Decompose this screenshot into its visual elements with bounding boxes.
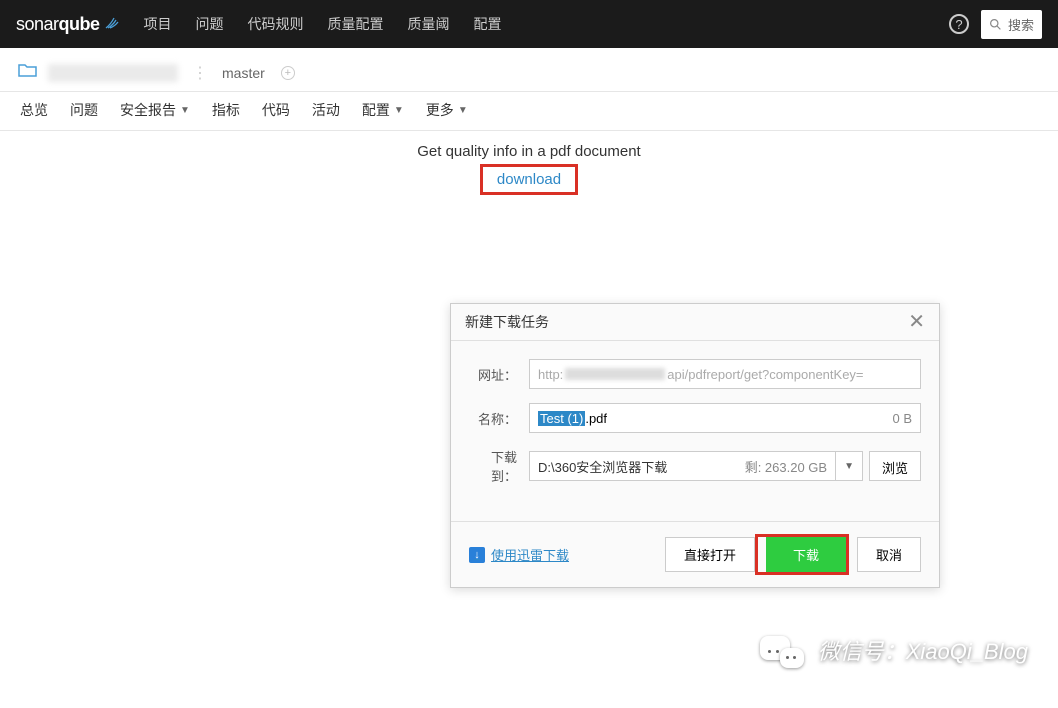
name-label: 名称： <box>469 409 529 428</box>
tab-measures[interactable]: 指标 <box>212 100 240 120</box>
url-row: 网址： http:api/pdfreport/get?componentKey= <box>469 359 921 389</box>
search-box[interactable]: 搜索 <box>981 10 1042 39</box>
name-value: Test (1).pdf <box>538 411 607 426</box>
dialog-footer: ↓ 使用迅雷下载 直接打开 下载 取消 <box>451 521 939 587</box>
nav-right: ? 搜索 <box>949 10 1042 39</box>
dialog-body: 网址： http:api/pdfreport/get?componentKey=… <box>451 341 939 521</box>
wechat-icon <box>760 632 804 668</box>
logo-waves-icon <box>104 14 120 35</box>
thunder-link[interactable]: ↓ 使用迅雷下载 <box>469 545 569 564</box>
tab-activity[interactable]: 活动 <box>312 100 340 120</box>
branch-name[interactable]: master <box>222 65 265 81</box>
path-dropdown-icon[interactable]: ▼ <box>835 452 862 480</box>
nav-gates[interactable]: 质量阈 <box>408 14 450 34</box>
nav-profiles[interactable]: 质量配置 <box>328 14 384 34</box>
chevron-down-icon: ▼ <box>394 105 404 116</box>
chevron-down-icon: ▼ <box>458 105 468 116</box>
thunder-icon: ↓ <box>469 547 485 563</box>
nav-rules[interactable]: 代码规则 <box>248 14 304 34</box>
highlight-box: download <box>480 164 578 195</box>
tab-security[interactable]: 安全报告▼ <box>120 100 190 120</box>
dialog-header: 新建下载任务 ✕ <box>451 304 939 341</box>
name-row: 名称： Test (1).pdf 0 B <box>469 403 921 433</box>
file-size: 0 B <box>892 411 912 426</box>
sub-header: ⋮ master + <box>0 48 1058 92</box>
branch-separator: ⋮ <box>192 63 208 83</box>
search-placeholder: 搜索 <box>1008 15 1034 34</box>
nav-issues[interactable]: 问题 <box>196 14 224 34</box>
project-name-blurred <box>48 64 178 82</box>
download-button[interactable]: 下载 <box>766 537 846 572</box>
download-link[interactable]: download <box>483 167 575 192</box>
path-label: 下载到： <box>469 447 529 485</box>
dialog-title: 新建下载任务 <box>465 312 549 332</box>
top-nav: sonarqube 项目 问题 代码规则 质量配置 质量阈 配置 ? 搜索 <box>0 0 1058 48</box>
main-content: Get quality info in a pdf document downl… <box>0 131 1058 195</box>
search-icon <box>989 18 1002 31</box>
url-blurred <box>565 368 665 380</box>
quality-heading: Get quality info in a pdf document <box>0 143 1058 160</box>
cancel-button[interactable]: 取消 <box>857 537 921 572</box>
logo[interactable]: sonarqube <box>16 14 120 35</box>
tab-code[interactable]: 代码 <box>262 100 290 120</box>
watermark: 微信号：XiaoQi_Blog <box>760 632 1028 668</box>
tab-overview[interactable]: 总览 <box>20 100 48 120</box>
browse-button[interactable]: 浏览 <box>869 451 921 481</box>
tab-more[interactable]: 更多▼ <box>426 100 468 120</box>
watermark-text: 微信号：XiaoQi_Blog <box>818 634 1028 666</box>
chevron-down-icon: ▼ <box>180 105 190 116</box>
download-dialog: 新建下载任务 ✕ 网址： http:api/pdfreport/get?comp… <box>450 303 940 588</box>
logo-text-b: qube <box>59 14 100 35</box>
nav-admin[interactable]: 配置 <box>474 14 502 34</box>
path-value: D:\360安全浏览器下载 <box>530 457 737 476</box>
tab-settings[interactable]: 配置▼ <box>362 100 404 120</box>
help-icon[interactable]: ? <box>949 14 969 34</box>
add-branch-icon[interactable]: + <box>281 66 295 80</box>
project-tabs: 总览 问题 安全报告▼ 指标 代码 活动 配置▼ 更多▼ <box>0 92 1058 131</box>
folder-icon <box>18 62 38 83</box>
path-row: 下载到： D:\360安全浏览器下载 剩: 263.20 GB ▼ 浏览 <box>469 447 921 485</box>
highlight-box-download: 下载 <box>755 534 849 575</box>
tab-issues[interactable]: 问题 <box>70 100 98 120</box>
logo-text-a: sonar <box>16 14 59 35</box>
close-icon[interactable]: ✕ <box>908 312 925 332</box>
name-input[interactable]: Test (1).pdf 0 B <box>529 403 921 433</box>
url-label: 网址： <box>469 365 529 384</box>
url-input[interactable]: http:api/pdfreport/get?componentKey= <box>529 359 921 389</box>
path-input[interactable]: D:\360安全浏览器下载 剩: 263.20 GB ▼ <box>529 451 863 481</box>
nav-projects[interactable]: 项目 <box>144 14 172 34</box>
open-direct-button[interactable]: 直接打开 <box>665 537 755 572</box>
nav-items: 项目 问题 代码规则 质量配置 质量阈 配置 <box>144 14 949 34</box>
disk-remaining: 剩: 263.20 GB <box>737 457 835 476</box>
url-value: http:api/pdfreport/get?componentKey= <box>538 367 864 382</box>
